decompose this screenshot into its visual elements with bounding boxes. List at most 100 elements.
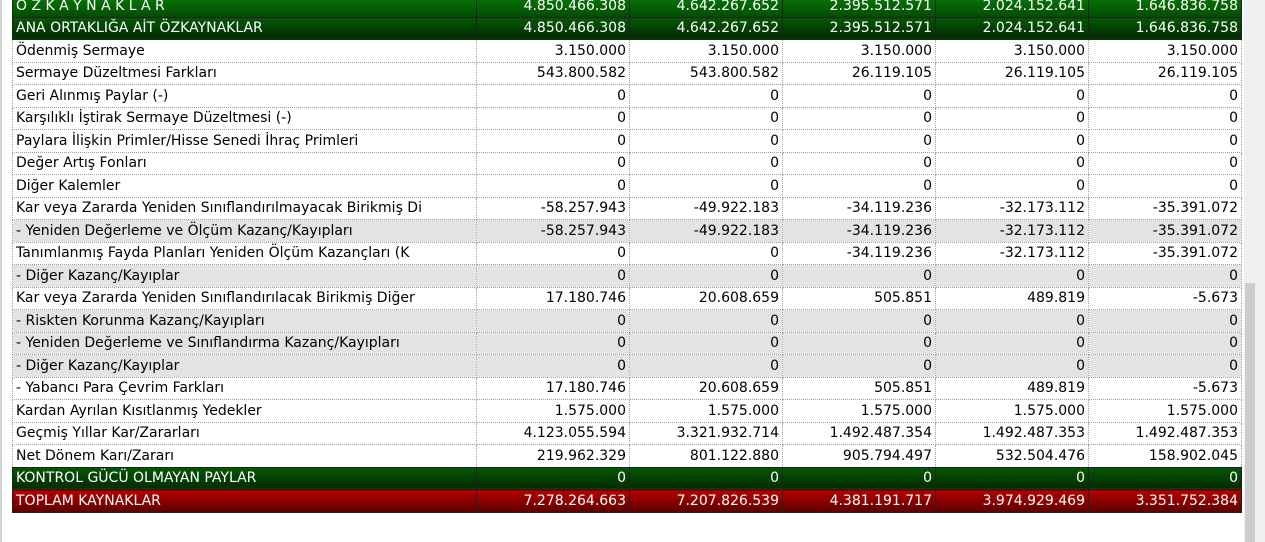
value-cell[interactable]: 0 — [476, 129, 630, 153]
table-row[interactable]: - Diğer Kazanç/Kayıplar 0 0 0 0 0 — [12, 264, 1242, 288]
value-cell[interactable]: 3.150.000 — [1088, 39, 1242, 63]
value-cell[interactable]: -32.173.112 — [935, 219, 1089, 243]
value-cell[interactable]: -32.173.112 — [935, 241, 1089, 265]
value-cell[interactable]: 0 — [1088, 354, 1242, 378]
table-row[interactable]: Ö Z K A Y N A K L A R 4.850.466.308 4.642.… — [12, 0, 1242, 18]
row-label[interactable]: Değer Artış Fonları — [12, 151, 477, 175]
table-row[interactable]: Sermaye Düzeltmesi Farkları 543.800.582 54… — [12, 61, 1242, 85]
row-label[interactable]: KONTROL GÜCÜ OLMAYAN PAYLAR — [12, 466, 477, 490]
value-cell[interactable]: 0 — [935, 354, 1089, 378]
value-cell[interactable]: 7.278.264.663 — [476, 489, 630, 513]
balance-sheet-grid[interactable]: Ö Z K A Y N A K L A R 4.850.466.308 4.642.… — [12, 0, 1244, 542]
value-cell[interactable]: 20.608.659 — [629, 286, 783, 310]
value-cell[interactable]: 0 — [629, 354, 783, 378]
value-cell[interactable]: 0 — [782, 309, 936, 333]
value-cell[interactable]: 3.150.000 — [782, 39, 936, 63]
table-row[interactable]: Kar veya Zararda Yeniden Sınıflandırılma… — [12, 196, 1242, 220]
value-cell[interactable]: 0 — [476, 151, 630, 175]
value-cell[interactable]: -5.673 — [1088, 376, 1242, 400]
row-label[interactable]: Paylara İlişkin Primler/Hisse Senedi İhr… — [12, 129, 477, 153]
table-row[interactable]: - Yeniden Değerleme ve Ölçüm Kazanç/Kayı… — [12, 219, 1242, 243]
value-cell[interactable]: 905.794.497 — [782, 444, 936, 468]
table-row[interactable]: TOPLAM KAYNAKLAR 7.278.264.663 7.207.826.5… — [12, 489, 1242, 513]
value-cell[interactable]: -35.391.072 — [1088, 196, 1242, 220]
table-row[interactable]: - Diğer Kazanç/Kayıplar 0 0 0 0 0 — [12, 354, 1242, 378]
table-row[interactable]: Karşılıklı İştirak Sermaye Düzeltmesi (-… — [12, 106, 1242, 130]
table-row[interactable]: - Yabancı Para Çevrim Farkları 17.180.746… — [12, 376, 1242, 400]
value-cell[interactable]: 0 — [476, 264, 630, 288]
value-cell[interactable]: 7.207.826.539 — [629, 489, 783, 513]
value-cell[interactable]: 0 — [629, 151, 783, 175]
value-cell[interactable]: 0 — [629, 106, 783, 130]
value-cell[interactable]: 0 — [782, 106, 936, 130]
row-label[interactable]: - Yeniden Değerleme ve Ölçüm Kazanç/Kayı… — [12, 219, 477, 243]
row-label[interactable]: Diğer Kalemler — [12, 174, 477, 198]
value-cell[interactable]: 0 — [629, 309, 783, 333]
value-cell[interactable]: 3.321.932.714 — [629, 421, 783, 445]
value-cell[interactable]: 0 — [476, 354, 630, 378]
value-cell[interactable]: 0 — [935, 331, 1089, 355]
value-cell[interactable]: 4.123.055.594 — [476, 421, 630, 445]
row-label[interactable]: Karşılıklı İştirak Sermaye Düzeltmesi (-… — [12, 106, 477, 130]
value-cell[interactable]: 4.381.191.717 — [782, 489, 936, 513]
table-row[interactable]: Kardan Ayrılan Kısıtlanmış Yedekler 1.575… — [12, 399, 1242, 423]
table-row[interactable]: Ödenmiş Sermaye 3.150.000 3.150.000 3.150.0… — [12, 39, 1242, 63]
value-cell[interactable]: 0 — [1088, 309, 1242, 333]
row-label[interactable]: Geçmiş Yıllar Kar/Zararları — [12, 421, 477, 445]
value-cell[interactable]: 1.646.836.758 — [1088, 16, 1242, 40]
value-cell[interactable]: 26.119.105 — [1088, 61, 1242, 85]
value-cell[interactable]: 0 — [629, 84, 783, 108]
value-cell[interactable]: 20.608.659 — [629, 376, 783, 400]
value-cell[interactable]: 0 — [476, 174, 630, 198]
value-cell[interactable]: 0 — [1088, 174, 1242, 198]
value-cell[interactable]: 532.504.476 — [935, 444, 1089, 468]
value-cell[interactable]: 4.850.466.308 — [476, 0, 630, 18]
value-cell[interactable]: -58.257.943 — [476, 219, 630, 243]
value-cell[interactable]: 0 — [782, 84, 936, 108]
table-row[interactable]: Paylara İlişkin Primler/Hisse Senedi İhr… — [12, 129, 1242, 153]
value-cell[interactable]: 0 — [782, 466, 936, 490]
value-cell[interactable]: -35.391.072 — [1088, 241, 1242, 265]
value-cell[interactable]: 0 — [476, 241, 630, 265]
value-cell[interactable]: 0 — [476, 466, 630, 490]
value-cell[interactable]: 0 — [935, 264, 1089, 288]
value-cell[interactable]: 0 — [1088, 106, 1242, 130]
value-cell[interactable]: -35.391.072 — [1088, 219, 1242, 243]
row-label[interactable]: - Riskten Korunma Kazanç/Kayıpları — [12, 309, 477, 333]
value-cell[interactable]: 3.150.000 — [476, 39, 630, 63]
value-cell[interactable]: 0 — [476, 106, 630, 130]
row-label[interactable]: Kar veya Zararda Yeniden Sınıflandırılma… — [12, 196, 477, 220]
row-label[interactable]: Net Dönem Karı/Zararı — [12, 444, 477, 468]
value-cell[interactable]: 0 — [935, 84, 1089, 108]
table-row[interactable]: KONTROL GÜCÜ OLMAYAN PAYLAR 0 0 0 0 0 — [12, 466, 1242, 490]
value-cell[interactable]: 26.119.105 — [935, 61, 1089, 85]
value-cell[interactable]: 1.646.836.758 — [1088, 0, 1242, 18]
value-cell[interactable]: 3.150.000 — [935, 39, 1089, 63]
value-cell[interactable]: -34.119.236 — [782, 196, 936, 220]
row-label[interactable]: - Diğer Kazanç/Kayıplar — [12, 264, 477, 288]
table-row[interactable]: Tanımlanmış Fayda Planları Yeniden Ölçüm… — [12, 241, 1242, 265]
value-cell[interactable]: 1.492.487.354 — [782, 421, 936, 445]
value-cell[interactable]: 0 — [935, 106, 1089, 130]
value-cell[interactable]: 2.395.512.571 — [782, 0, 936, 18]
row-label[interactable]: Sermaye Düzeltmesi Farkları — [12, 61, 477, 85]
value-cell[interactable]: -49.922.183 — [629, 196, 783, 220]
table-row[interactable]: Geri Alınmış Paylar (-) 0 0 0 0 0 — [12, 84, 1242, 108]
value-cell[interactable]: 4.850.466.308 — [476, 16, 630, 40]
value-cell[interactable]: 3.974.929.469 — [935, 489, 1089, 513]
value-cell[interactable]: 0 — [1088, 84, 1242, 108]
value-cell[interactable]: 1.492.487.353 — [935, 421, 1089, 445]
value-cell[interactable]: 801.122.880 — [629, 444, 783, 468]
value-cell[interactable]: 1.575.000 — [1088, 399, 1242, 423]
value-cell[interactable]: 489.819 — [935, 376, 1089, 400]
value-cell[interactable]: 0 — [935, 309, 1089, 333]
value-cell[interactable]: -5.673 — [1088, 286, 1242, 310]
value-cell[interactable]: 543.800.582 — [629, 61, 783, 85]
value-cell[interactable]: 0 — [629, 129, 783, 153]
value-cell[interactable]: 0 — [1088, 264, 1242, 288]
value-cell[interactable]: 1.492.487.353 — [1088, 421, 1242, 445]
value-cell[interactable]: 4.642.267.652 — [629, 0, 783, 18]
value-cell[interactable]: 0 — [782, 151, 936, 175]
value-cell[interactable]: 543.800.582 — [476, 61, 630, 85]
value-cell[interactable]: 219.962.329 — [476, 444, 630, 468]
